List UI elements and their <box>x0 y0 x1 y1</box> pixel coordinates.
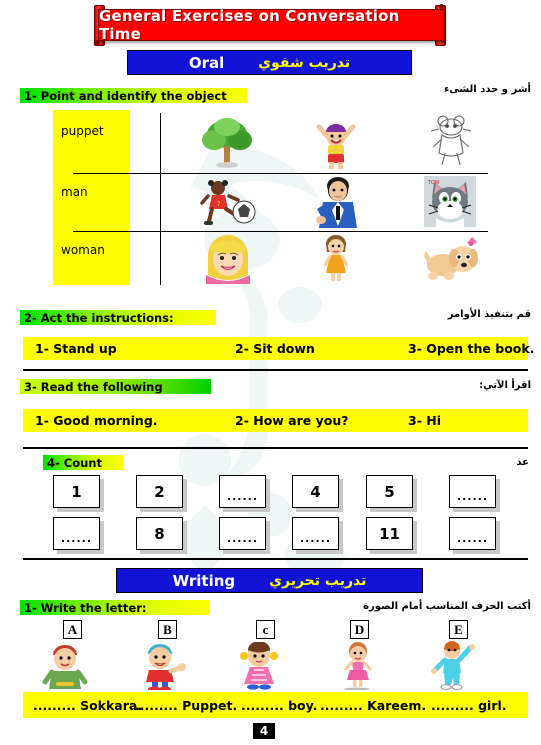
count-box-11[interactable]: 11 <box>366 517 413 550</box>
count-box-1[interactable]: 1 <box>53 475 100 508</box>
letter-box-e[interactable]: E <box>449 620 468 639</box>
exercise-2-answer-strip: 1- Stand up 2- Sit down 3- Open the book… <box>23 337 534 360</box>
exercise-3-arabic-note: اقرأ الآتي: <box>479 380 531 391</box>
ex2-item-1: 1- Stand up <box>35 341 117 356</box>
exercise-1-label-text: 1- Point and identify the object <box>24 88 227 103</box>
boy-red-shirt-waving-image <box>146 644 186 690</box>
ex3-item-2: 2- How are you? <box>235 413 349 428</box>
page-number-text: 4 <box>259 724 269 738</box>
ex2-item-2: 2- Sit down <box>235 341 315 356</box>
happy-boy-arms-up-image <box>316 124 356 169</box>
exercise-4-label-text: 4- Count <box>47 455 102 470</box>
letter-box-c[interactable]: c <box>256 620 275 639</box>
girl-pink-dress-image <box>240 642 278 690</box>
ex5-answer-5: ......... girl. <box>431 697 507 713</box>
puppy-with-bow-image <box>424 237 478 280</box>
exercise-3-answer-strip: 1- Good morning. 2- How are you? 3- Hi <box>23 409 528 432</box>
exercise-4-label: 4- Count <box>43 455 123 470</box>
oral-label-en: Oral <box>188 53 225 72</box>
blonde-woman-face-image <box>206 235 250 284</box>
ex3-item-3: 3- Hi <box>408 413 441 428</box>
exercise-2-label-text: 2- Act the instructions: <box>24 310 174 325</box>
count-box-2[interactable]: 2 <box>136 475 183 508</box>
tom-cat-image: TOM <box>424 176 476 227</box>
ex5-answer-3: ......... boy. <box>241 697 318 713</box>
count-box-3[interactable]: ...... <box>219 475 266 508</box>
picture-table: puppet man woman 7 TOM <box>53 110 488 285</box>
table-vertical-divider <box>160 113 162 285</box>
sketch-cartoon-mouse-image <box>430 115 472 166</box>
table-row-word-3: woman <box>61 243 105 257</box>
writing-label-en: Writing <box>172 571 236 590</box>
exercise-2-arabic-note: قم بتنفيذ الأوامر <box>447 309 531 320</box>
girl-pink-skirt-image <box>344 642 372 690</box>
table-row-word-2: man <box>61 185 88 199</box>
exercise-5-label-text: 1- Write the letter: <box>24 600 147 615</box>
table-row-divider-2 <box>73 231 488 233</box>
letter-box-a[interactable]: A <box>63 620 82 639</box>
letter-box-b[interactable]: B <box>158 620 177 639</box>
section-header-writing: Writing تدريب تحريري <box>116 568 423 593</box>
exercise-5-arabic-note: أكتب الحرف المناسب أمام الصورة <box>363 601 531 612</box>
section-header-oral: Oral تدريب شفوي <box>127 50 412 75</box>
writing-label-ar: تدريب تحريري <box>269 572 367 589</box>
count-box-7[interactable]: ...... <box>53 517 100 550</box>
title-banner: General Exercises on Conversation Time <box>90 4 450 46</box>
ex5-answer-1: ......... Sokkara. <box>33 697 143 713</box>
separator-rule-3 <box>23 558 528 561</box>
exercise-2-label: 2- Act the instructions: <box>20 310 216 325</box>
count-box-9[interactable]: ...... <box>219 517 266 550</box>
girl-playing-football-image: 7 <box>200 180 256 225</box>
exercise-5-answer-strip: ......... Sokkara. ......... Puppet. ...… <box>23 692 528 718</box>
letter-box-d[interactable]: D <box>350 620 369 639</box>
table-row-divider-1 <box>73 173 488 175</box>
exercise-5-label: 1- Write the letter: <box>20 600 210 615</box>
separator-rule-1 <box>23 369 528 372</box>
worksheet-page: General Exercises on Conversation Time O… <box>0 0 541 745</box>
count-box-4[interactable]: 4 <box>292 475 339 508</box>
page-number-badge: 4 <box>253 723 275 739</box>
tree-image <box>202 118 252 168</box>
exercise-4-arabic-note: عد <box>516 457 529 468</box>
title-banner-body: General Exercises on Conversation Time <box>98 7 444 43</box>
table-row-word-1: puppet <box>61 124 104 138</box>
exercise-1-label: 1- Point and identify the object <box>20 88 247 103</box>
page-title: General Exercises on Conversation Time <box>99 7 400 43</box>
exercise-3-label: 3- Read the following <box>20 379 211 394</box>
man-in-blue-suit-image <box>316 177 357 228</box>
exercise-1-arabic-note: أشر و حدد الشىء <box>444 84 531 95</box>
count-box-5[interactable]: 5 <box>366 475 413 508</box>
count-box-10[interactable]: ...... <box>292 517 339 550</box>
count-box-8[interactable]: 8 <box>136 517 183 550</box>
ex5-answer-2: ......... Puppet. <box>135 697 238 713</box>
ex5-answer-4: ......... Kareem. <box>320 697 427 713</box>
count-box-6[interactable]: ...... <box>449 475 496 508</box>
boy-green-shirt-image <box>42 645 88 689</box>
boy-cyan-tracksuit-image <box>431 641 475 690</box>
ex2-item-3: 3- Open the book. <box>408 341 535 356</box>
exercise-3-label-text: 3- Read the following <box>24 379 163 394</box>
separator-rule-2 <box>23 447 528 450</box>
count-box-12[interactable]: ...... <box>449 517 496 550</box>
little-girl-orange-dress-image <box>323 235 349 281</box>
ex3-item-1: 1- Good morning. <box>35 413 158 428</box>
oral-label-ar: تدريب شفوي <box>258 54 351 71</box>
